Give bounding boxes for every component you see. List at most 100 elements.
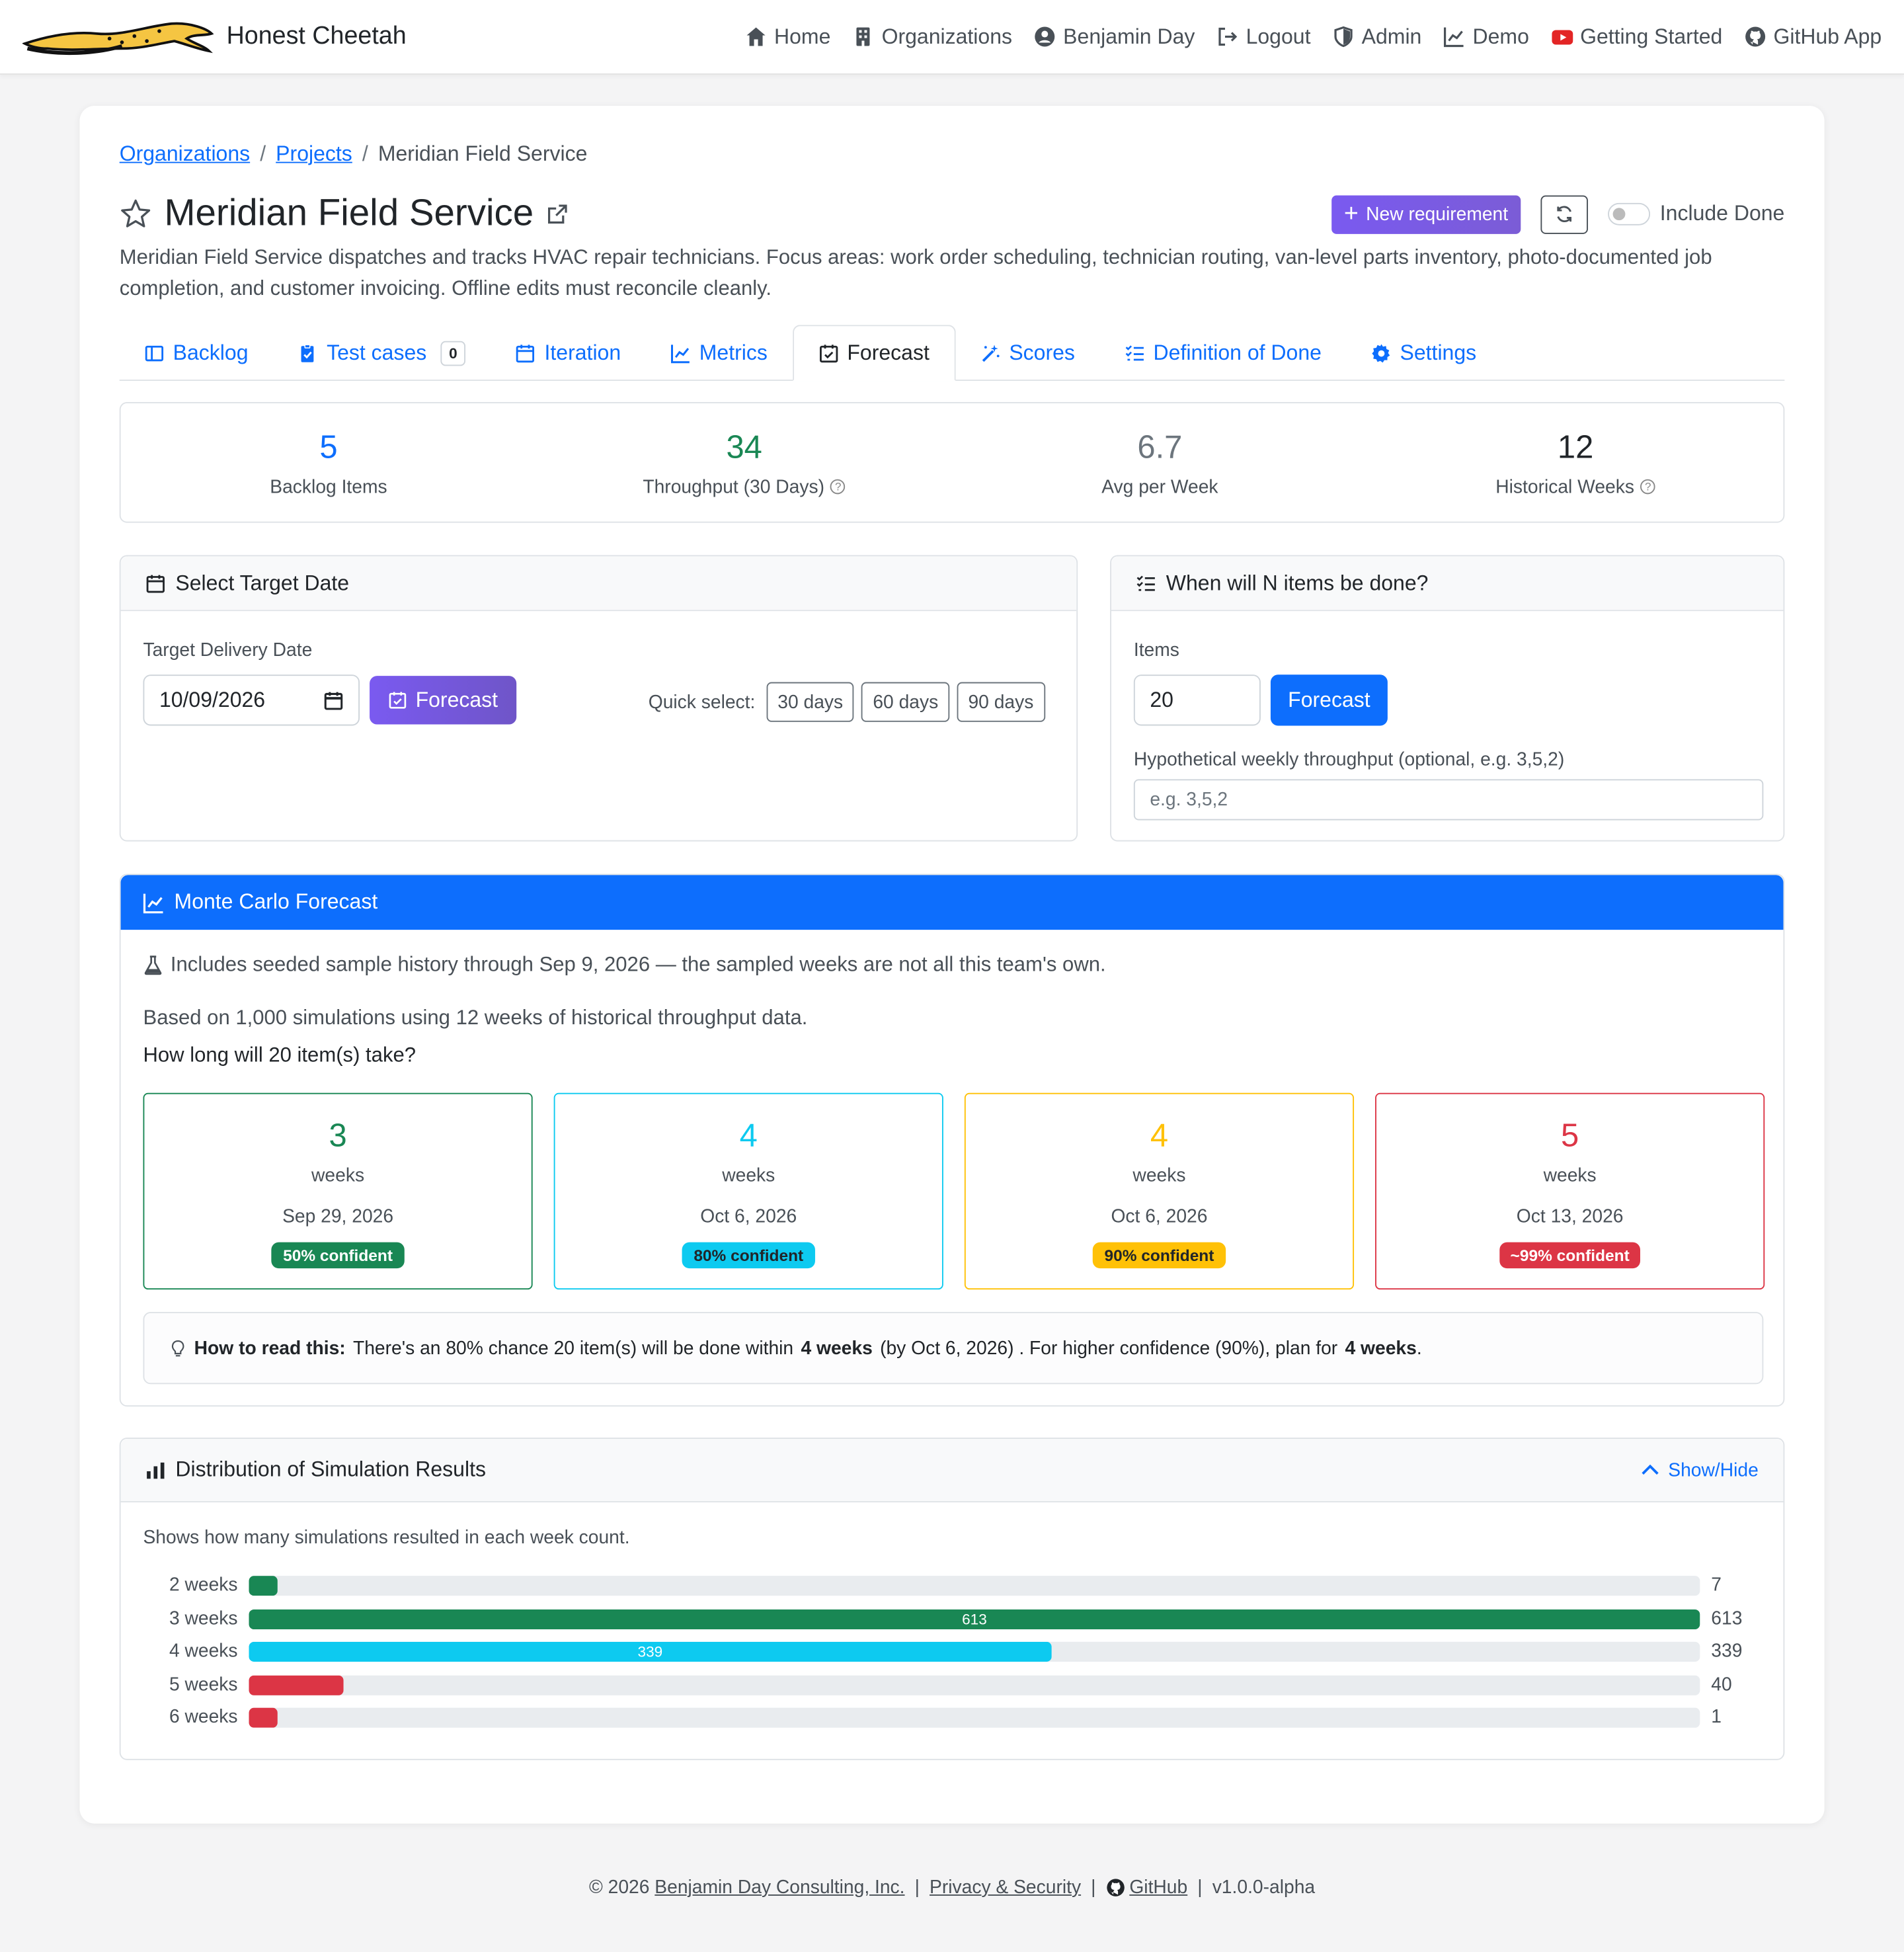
nav-admin[interactable]: Admin — [1333, 24, 1421, 50]
tip-end: . — [1416, 1337, 1422, 1359]
new-requirement-label: New requirement — [1366, 203, 1509, 225]
target-date-label: Target Delivery Date — [143, 639, 313, 661]
target-date-forecast-button[interactable]: Forecast — [370, 676, 517, 725]
lightbulb-icon — [171, 1340, 184, 1356]
stat-throughput-label-text: Throughput (30 Days) — [643, 476, 825, 498]
nav-getting-started[interactable]: Getting Started — [1551, 24, 1723, 50]
tab-iteration[interactable]: Iteration — [491, 325, 646, 381]
nav-github-app-label: GitHub App — [1773, 24, 1882, 48]
tab-dod-label: Definition of Done — [1153, 340, 1322, 364]
quick-60-days-button[interactable]: 60 days — [861, 682, 950, 722]
tab-backlog[interactable]: Backlog — [120, 325, 273, 381]
tip-bold: How to read this: — [194, 1337, 346, 1359]
n-items-panel: When will N items be done? Items 20 Fore… — [1110, 555, 1785, 842]
footer-copyright-year: © 2026 — [588, 1877, 650, 1898]
show-hide-toggle[interactable]: Show/Hide — [1641, 1459, 1759, 1481]
result-card-90: 4 weeks Oct 6, 2026 90% confident — [964, 1092, 1355, 1290]
stat-avg-label-text: Avg per Week — [1101, 476, 1218, 498]
external-link-icon[interactable] — [546, 203, 569, 225]
breadcrumb-separator: / — [362, 142, 368, 166]
help-icon[interactable]: ? — [830, 479, 846, 495]
tab-scores[interactable]: Scores — [955, 325, 1099, 381]
nav-logout-label: Logout — [1246, 24, 1311, 48]
footer-privacy-link[interactable]: Privacy & Security — [930, 1877, 1081, 1898]
distribution-row: 4 weeks 339 339 — [143, 1639, 1761, 1664]
help-icon[interactable]: ? — [1640, 479, 1655, 495]
tab-metrics[interactable]: Metrics — [646, 325, 793, 381]
footer-copyright: © 2026 Benjamin Day Consulting, Inc. — [589, 1877, 905, 1898]
calendar-picker-icon[interactable] — [323, 690, 343, 710]
line-chart-icon — [143, 893, 163, 913]
github-icon — [1745, 26, 1766, 47]
include-done-label: Include Done — [1659, 201, 1785, 225]
footer-github-link[interactable]: GitHub — [1129, 1877, 1187, 1898]
distribution-row-count: 339 — [1711, 1641, 1743, 1662]
tab-backlog-label: Backlog — [173, 340, 249, 364]
nav-demo[interactable]: Demo — [1444, 24, 1529, 50]
items-input[interactable]: 20 — [1133, 674, 1261, 726]
refresh-button[interactable] — [1540, 194, 1588, 233]
tip-weeks-2: 4 weeks — [1345, 1337, 1417, 1359]
nav-user[interactable]: Benjamin Day — [1035, 24, 1195, 50]
tab-settings[interactable]: Settings — [1347, 325, 1501, 381]
footer-company-link[interactable]: Benjamin Day Consulting, Inc. — [654, 1877, 904, 1898]
distribution-row-label: 5 weeks — [169, 1674, 238, 1695]
result-card-80: 4 weeks Oct 6, 2026 80% confident — [553, 1092, 943, 1290]
stat-weeks-label: Historical Weeks? — [1495, 476, 1655, 497]
title-row: Meridian Field Service + New requirement… — [120, 190, 1785, 238]
nav-logout[interactable]: Logout — [1217, 24, 1310, 50]
distribution-row: 6 weeks 1 — [143, 1706, 1761, 1731]
line-chart-icon — [670, 344, 690, 363]
breadcrumb-projects[interactable]: Projects — [276, 142, 352, 167]
nav-getting-started-label: Getting Started — [1580, 24, 1723, 48]
line-chart-icon — [1444, 27, 1464, 48]
n-items-forecast-button[interactable]: Forecast — [1270, 674, 1388, 726]
simulation-basis: Based on 1,000 simulations using 12 week… — [143, 1006, 808, 1030]
stat-historical-weeks: 12 Historical Weeks? — [1368, 403, 1784, 522]
calendar-icon — [146, 574, 165, 592]
confidence-badge-90: 90% confident — [1093, 1242, 1226, 1269]
brand[interactable]: Honest Cheetah — [22, 18, 407, 55]
title-actions: + New requirement Include Done — [1331, 194, 1785, 233]
tab-forecast[interactable]: Forecast — [792, 325, 956, 382]
main-card: Organizations / Projects / Meridian Fiel… — [79, 106, 1825, 1824]
new-requirement-button[interactable]: + New requirement — [1331, 194, 1521, 233]
clipboard-check-icon — [301, 343, 315, 362]
project-tabs: Backlog Test cases 0 Iteration Metrics F… — [119, 325, 1785, 382]
stat-backlog: 5 Backlog Items — [121, 403, 537, 522]
tab-test-cases-label: Test cases — [327, 340, 427, 364]
calendar-icon — [516, 344, 535, 362]
nav-home-label: Home — [774, 24, 831, 48]
items-label: Items — [1133, 639, 1179, 661]
distribution-bar: 339 — [249, 1642, 1052, 1662]
footer-version: v1.0.0-alpha — [1212, 1877, 1316, 1898]
distribution-bar-track: 339 — [249, 1642, 1700, 1662]
breadcrumb-organizations[interactable]: Organizations — [120, 142, 250, 167]
distribution-bar-track — [249, 1576, 1700, 1596]
nav-github-app[interactable]: GitHub App — [1745, 24, 1882, 50]
nav-user-label: Benjamin Day — [1063, 24, 1195, 48]
result-date-50: Sep 29, 2026 — [282, 1206, 394, 1228]
gear-icon — [1372, 343, 1390, 362]
monte-carlo-panel: Monte Carlo Forecast Includes seeded sam… — [119, 874, 1785, 1407]
target-date-input[interactable]: 10/09/2026 — [143, 674, 360, 726]
star-icon[interactable] — [120, 198, 152, 230]
hypothetical-throughput-input[interactable]: e.g. 3,5,2 — [1133, 779, 1764, 821]
distribution-header: Distribution of Simulation Results Show/… — [120, 1439, 1784, 1503]
result-unit: weeks — [311, 1164, 365, 1186]
n-items-header: When will N items be done? — [1111, 556, 1784, 612]
tab-definition-of-done[interactable]: Definition of Done — [1100, 325, 1347, 381]
quick-90-days-button[interactable]: 90 days — [957, 682, 1045, 722]
nav-home[interactable]: Home — [746, 24, 831, 50]
tab-test-cases[interactable]: Test cases 0 — [273, 325, 491, 381]
include-done-switch[interactable] — [1607, 202, 1650, 225]
quick-30-days-button[interactable]: 30 days — [766, 682, 855, 722]
confidence-badge-80: 80% confident — [682, 1242, 815, 1269]
include-done-toggle[interactable]: Include Done — [1607, 201, 1785, 227]
result-weeks-80: 4 — [739, 1116, 758, 1154]
hypothetical-throughput-placeholder: e.g. 3,5,2 — [1150, 789, 1228, 811]
nav-organizations[interactable]: Organizations — [853, 24, 1012, 50]
footer-github[interactable]: GitHub — [1106, 1877, 1187, 1898]
footer-separator: | — [914, 1877, 920, 1898]
brand-name: Honest Cheetah — [226, 22, 407, 50]
